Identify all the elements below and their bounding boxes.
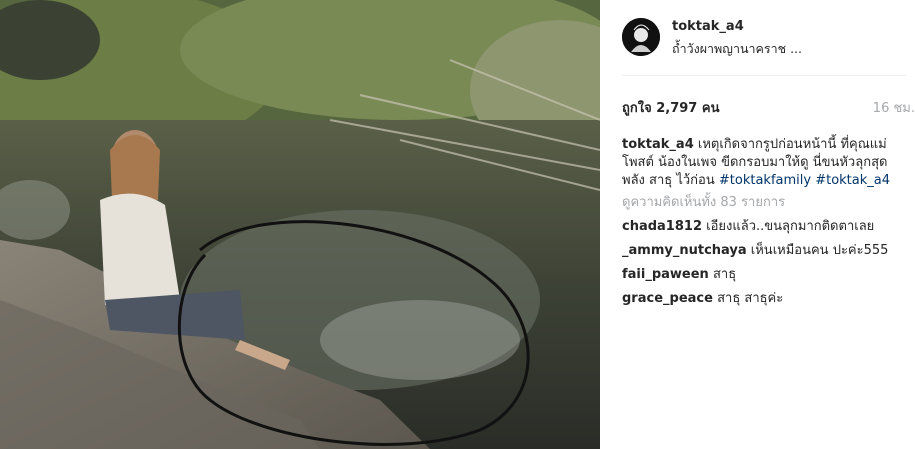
likes-count[interactable]: ถูกใจ 2,797 คน bbox=[622, 97, 719, 118]
post-username[interactable]: toktak_a4 bbox=[672, 19, 744, 34]
avatar[interactable] bbox=[622, 18, 660, 56]
comment-username[interactable]: grace_peace bbox=[622, 291, 713, 306]
hashtag-link[interactable]: #toktakfamily bbox=[719, 173, 811, 188]
comment-username[interactable]: faii_paween bbox=[622, 267, 709, 282]
post-location[interactable]: ถ้ำวังผาพญานาคราช ... bbox=[672, 39, 802, 59]
view-all-comments-link[interactable]: ดูความคิดเห็นทั้ง 83 รายการ bbox=[622, 194, 907, 212]
comment-text: เห็นเหมือนคน ปะค่ะ555 bbox=[750, 243, 889, 258]
comment-item: faii_paween สาธุ bbox=[622, 266, 907, 284]
caption-username[interactable]: toktak_a4 bbox=[622, 137, 694, 152]
post-photo[interactable] bbox=[0, 0, 600, 449]
comment-username[interactable]: _ammy_nutchaya bbox=[622, 243, 747, 258]
comment-item: grace_peace สาธุ สาธุค่ะ bbox=[622, 290, 907, 308]
comment-item: chada1812 เอียงแล้ว..ขนลุกมากติดตาเลย bbox=[622, 218, 907, 236]
post-caption: toktak_a4 เหตุเกิดจากรูปก่อนหน้านี้ ที่ค… bbox=[622, 136, 907, 190]
post-timestamp: 16 ชม. bbox=[872, 101, 915, 116]
header-divider bbox=[622, 75, 907, 76]
comment-text: สาธุ bbox=[712, 267, 737, 282]
comment-username[interactable]: chada1812 bbox=[622, 219, 702, 234]
comment-text: เอียงแล้ว..ขนลุกมากติดตาเลย bbox=[706, 219, 875, 234]
post-details-panel: toktak_a4 ถ้ำวังผาพญานาคราช ... ถูกใจ 2,… bbox=[600, 0, 915, 449]
post-header: toktak_a4 ถ้ำวังผาพญานาคราช ... bbox=[622, 18, 912, 62]
comment-item: _ammy_nutchaya เห็นเหมือนคน ปะค่ะ555 bbox=[622, 242, 907, 260]
hashtag-link[interactable]: #toktak_a4 bbox=[815, 173, 890, 188]
comment-text: สาธุ สาธุค่ะ bbox=[717, 291, 784, 306]
comments-section: toktak_a4 เหตุเกิดจากรูปก่อนหน้านี้ ที่ค… bbox=[622, 136, 907, 314]
